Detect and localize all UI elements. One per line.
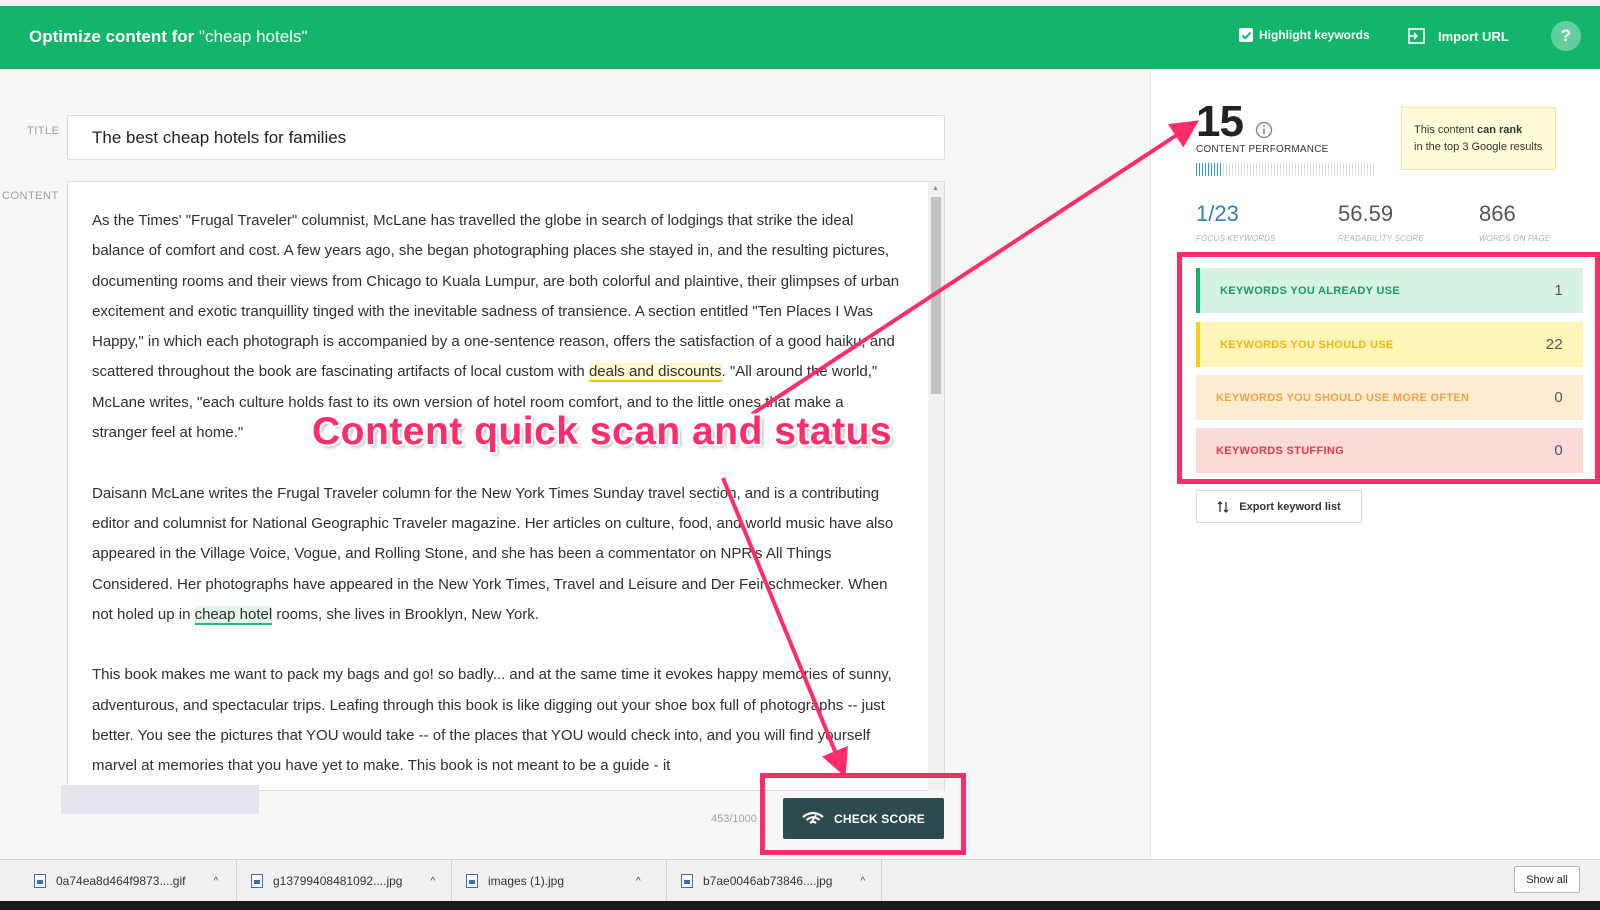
download-item[interactable]: g13799408481092....jpg ^ <box>237 860 452 902</box>
arrow-to-score <box>750 120 1200 416</box>
show-all-downloads-button[interactable]: Show all <box>1514 866 1580 893</box>
download-item[interactable]: images (1).jpg ^ <box>452 860 667 902</box>
chevron-up-icon[interactable]: ^ <box>860 876 865 887</box>
download-item[interactable]: 0a74ea8d464f9873....gif ^ <box>20 860 237 902</box>
download-filename: g13799408481092....jpg <box>273 874 403 888</box>
download-item[interactable]: b7ae0046ab73846....jpg ^ <box>667 860 882 902</box>
chevron-up-icon[interactable]: ^ <box>213 876 218 887</box>
download-filename: b7ae0046ab73846....jpg <box>703 874 833 888</box>
file-icon <box>34 874 46 888</box>
file-icon <box>251 874 263 888</box>
downloads-bar: 0a74ea8d464f9873....gif ^ g1379940848109… <box>0 859 1600 902</box>
annotation-label: Content quick scan and status <box>312 410 893 453</box>
app-window: Optimize content for "cheap hotels" High… <box>0 0 1600 910</box>
file-icon <box>466 874 478 888</box>
download-filename: 0a74ea8d464f9873....gif <box>56 874 186 888</box>
arrow-to-check-score <box>721 477 848 778</box>
chevron-up-icon[interactable]: ^ <box>636 876 641 887</box>
annotation-arrows <box>721 120 1200 778</box>
file-icon <box>681 874 693 888</box>
taskbar-strip <box>0 901 1600 910</box>
chevron-up-icon[interactable]: ^ <box>430 876 435 887</box>
download-filename: images (1).jpg <box>488 874 565 888</box>
